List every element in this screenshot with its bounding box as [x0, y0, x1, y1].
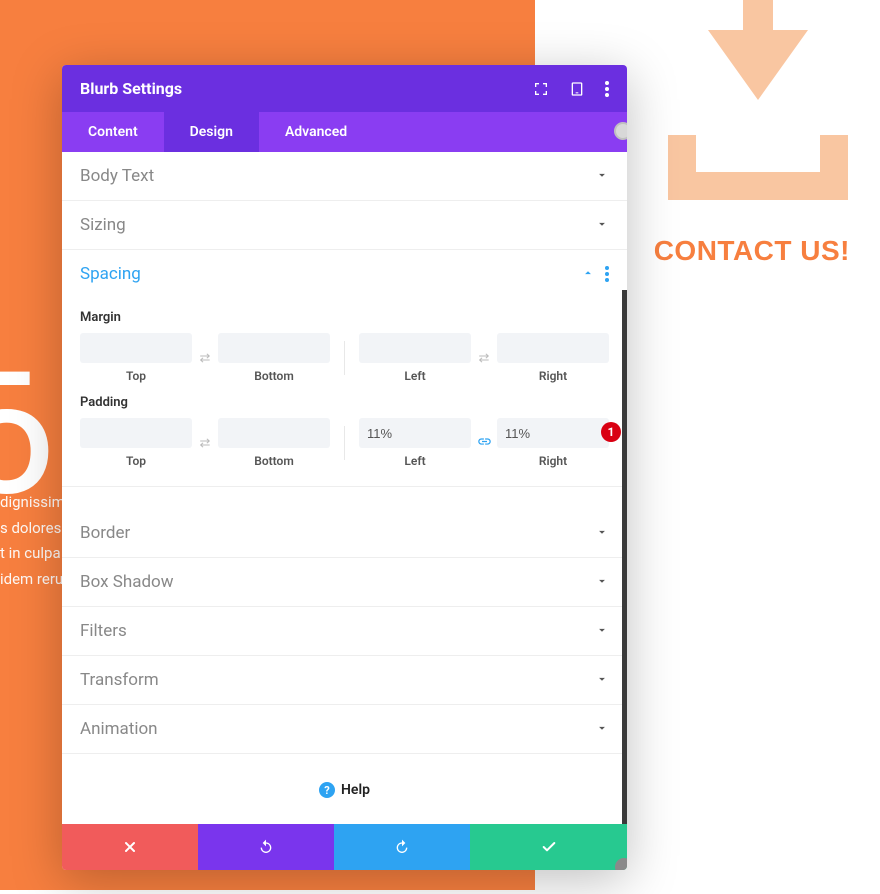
- section-title-box-shadow: Box Shadow: [80, 572, 174, 592]
- section-body-text: Body Text: [62, 152, 627, 201]
- chevron-down-icon: [595, 216, 609, 235]
- save-button[interactable]: [470, 824, 627, 870]
- bg-text-line2: s dolores: [0, 516, 65, 542]
- margin-top-label: Top: [80, 369, 192, 383]
- margin-left-input[interactable]: [359, 333, 471, 363]
- chevron-up-icon: [581, 265, 595, 284]
- section-body-spacing: Margin Top ⇄ Bottom Left: [62, 310, 627, 486]
- redo-icon: [394, 839, 410, 855]
- section-filters: Filters: [62, 607, 627, 656]
- section-spacing: Spacing Margin Top ⇄: [62, 250, 627, 487]
- step-badge-1: 1: [601, 422, 621, 442]
- margin-right-input[interactable]: [497, 333, 609, 363]
- settings-modal: Blurb Settings Content Design Advanced B…: [62, 65, 627, 870]
- section-header-body-text[interactable]: Body Text: [62, 152, 627, 200]
- tab-design[interactable]: Design: [164, 112, 259, 152]
- help-row[interactable]: ? Help: [62, 754, 627, 816]
- section-options-icon[interactable]: [605, 266, 609, 282]
- tab-bar: Content Design Advanced: [62, 112, 627, 152]
- padding-top-label: Top: [80, 454, 192, 468]
- link-unlinked-icon[interactable]: ⇄: [479, 351, 490, 366]
- padding-label: Padding: [80, 395, 609, 410]
- section-title-filters: Filters: [80, 621, 127, 641]
- bg-text-line4: idem reru: [0, 567, 65, 593]
- section-header-sizing[interactable]: Sizing: [62, 201, 627, 249]
- bg-text-line3: t in culpa: [0, 541, 65, 567]
- close-icon: [122, 839, 138, 855]
- padding-bottom-label: Bottom: [218, 454, 330, 468]
- redo-button[interactable]: [334, 824, 470, 870]
- help-label: Help: [341, 782, 370, 798]
- vertical-divider: [344, 341, 345, 375]
- link-linked-icon[interactable]: [477, 434, 492, 453]
- tab-advanced[interactable]: Advanced: [259, 112, 373, 152]
- fullscreen-icon[interactable]: [533, 81, 549, 97]
- padding-left-input[interactable]: [359, 418, 471, 448]
- background-paragraph: dignissim s dolores t in culpa idem reru: [0, 490, 65, 592]
- section-header-animation[interactable]: Animation: [62, 705, 627, 753]
- padding-inputs-row: Top ⇄ Bottom Left: [80, 418, 609, 468]
- scrollbar-rail[interactable]: [622, 290, 627, 824]
- modal-header-actions: [533, 81, 609, 97]
- padding-bottom-input[interactable]: [218, 418, 330, 448]
- section-box-shadow: Box Shadow: [62, 558, 627, 607]
- padding-right-input[interactable]: [497, 418, 609, 448]
- section-title-transform: Transform: [80, 670, 159, 690]
- section-animation: Animation: [62, 705, 627, 754]
- more-options-icon[interactable]: [605, 81, 609, 97]
- margin-right-label: Right: [497, 369, 609, 383]
- bg-letter-line1: L: [0, 290, 57, 398]
- link-unlinked-icon[interactable]: ⇄: [200, 351, 211, 366]
- margin-label: Margin: [80, 310, 609, 325]
- tablet-preview-icon[interactable]: [569, 81, 585, 97]
- globe-icon[interactable]: [614, 122, 627, 140]
- section-title-animation: Animation: [80, 719, 158, 739]
- section-transform: Transform: [62, 656, 627, 705]
- check-icon: [541, 839, 557, 855]
- padding-right-label: Right: [497, 454, 609, 468]
- help-icon: ?: [319, 782, 335, 798]
- chevron-down-icon: [595, 622, 609, 641]
- tab-content[interactable]: Content: [62, 112, 164, 152]
- chevron-down-icon: [595, 524, 609, 543]
- modal-body[interactable]: Body Text Sizing Spacing: [62, 152, 627, 824]
- section-header-transform[interactable]: Transform: [62, 656, 627, 704]
- link-unlinked-icon[interactable]: ⇄: [200, 436, 211, 451]
- chevron-down-icon: [595, 573, 609, 592]
- section-title-sizing: Sizing: [80, 215, 126, 235]
- resize-handle[interactable]: [615, 858, 627, 870]
- section-border: Border: [62, 509, 627, 558]
- download-icon: [668, 0, 848, 200]
- chevron-down-icon: [595, 167, 609, 186]
- vertical-divider: [344, 426, 345, 460]
- bg-text-line1: dignissim: [0, 490, 65, 516]
- chevron-down-icon: [595, 671, 609, 690]
- padding-left-label: Left: [359, 454, 471, 468]
- margin-top-input[interactable]: [80, 333, 192, 363]
- section-header-spacing[interactable]: Spacing: [62, 250, 627, 298]
- modal-footer: [62, 824, 627, 870]
- background-hero-letters: L O: [0, 290, 57, 506]
- margin-inputs-row: Top ⇄ Bottom Left ⇄ Right: [80, 333, 609, 383]
- undo-icon: [258, 839, 274, 855]
- margin-left-label: Left: [359, 369, 471, 383]
- margin-bottom-label: Bottom: [218, 369, 330, 383]
- section-sizing: Sizing: [62, 201, 627, 250]
- chevron-down-icon: [595, 720, 609, 739]
- download-tray-icon: [668, 135, 848, 200]
- margin-bottom-input[interactable]: [218, 333, 330, 363]
- section-title-spacing: Spacing: [80, 264, 141, 284]
- section-title-body-text: Body Text: [80, 166, 154, 186]
- modal-header: Blurb Settings: [62, 65, 627, 112]
- contact-us-heading: CONTACT US!: [654, 235, 850, 267]
- section-header-border[interactable]: Border: [62, 509, 627, 557]
- modal-title: Blurb Settings: [80, 79, 182, 98]
- section-header-box-shadow[interactable]: Box Shadow: [62, 558, 627, 606]
- section-header-filters[interactable]: Filters: [62, 607, 627, 655]
- undo-button[interactable]: [198, 824, 334, 870]
- download-arrow-icon: [708, 0, 808, 100]
- padding-top-input[interactable]: [80, 418, 192, 448]
- cancel-button[interactable]: [62, 824, 198, 870]
- section-title-border: Border: [80, 523, 130, 543]
